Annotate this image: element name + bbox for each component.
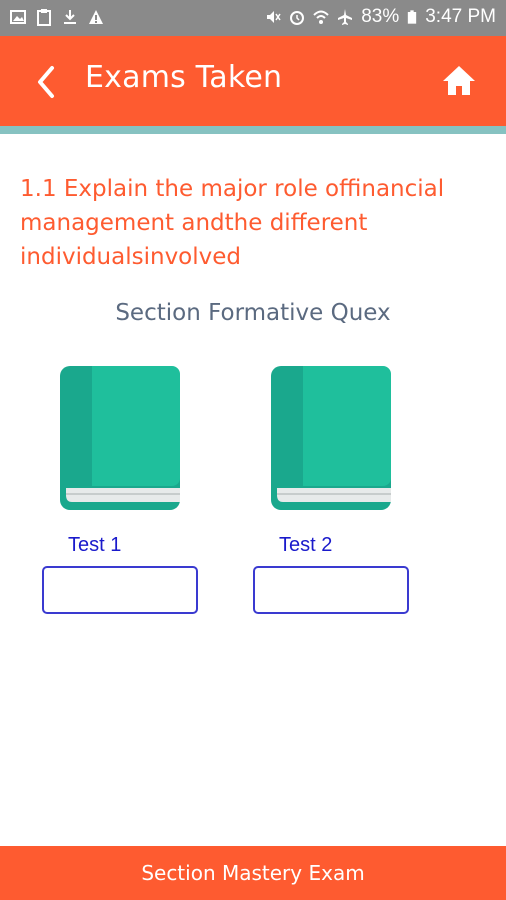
download-icon — [64, 10, 76, 24]
alarm-icon — [290, 11, 305, 25]
battery-icon — [408, 10, 417, 24]
clock: 3:47 PM — [425, 6, 496, 27]
header-accent-strip — [0, 126, 506, 134]
test-1-score-box[interactable] — [42, 566, 198, 614]
test-2-score-box[interactable] — [253, 566, 409, 614]
status-left-icons — [10, 8, 104, 26]
page-title: Exams Taken — [85, 60, 283, 95]
image-icon — [10, 10, 26, 24]
clipboard-icon — [37, 9, 51, 26]
app-header: Exams Taken — [0, 36, 506, 126]
section-label: Section Formative Quex — [115, 300, 391, 326]
question-text: 1.1 Explain the major role offinancial m… — [20, 176, 445, 270]
battery-percent: 83% — [361, 6, 400, 27]
status-bar: 83% 3:47 PM — [0, 0, 506, 36]
chevron-left-icon[interactable] — [32, 62, 62, 102]
home-icon[interactable] — [440, 62, 478, 100]
warning-icon — [89, 10, 103, 24]
section-mastery-exam-button[interactable]: Section Mastery Exam — [0, 846, 506, 900]
wifi-icon — [313, 10, 329, 24]
mute-icon — [267, 11, 281, 23]
book-icon[interactable] — [60, 366, 180, 512]
airplane-icon — [338, 9, 353, 25]
status-right-area: 83% 3:47 PM — [265, 6, 496, 28]
test-label: Test 2 — [279, 534, 333, 556]
test-label: Test 1 — [68, 534, 122, 556]
book-icon[interactable] — [271, 366, 391, 512]
